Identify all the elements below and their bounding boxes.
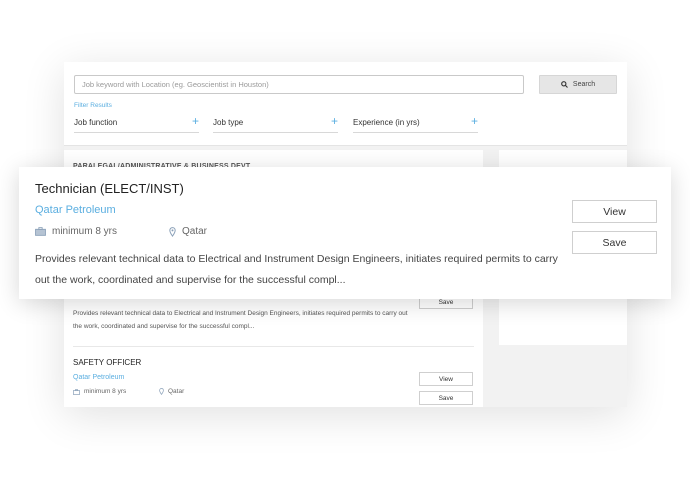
- search-button-label: Search: [572, 81, 596, 88]
- company-link[interactable]: Qatar Petroleum: [35, 204, 116, 216]
- featured-job-card: Technician (ELECT/INST) Qatar Petroleum …: [19, 167, 671, 299]
- save-button[interactable]: Save: [419, 391, 473, 405]
- job-description: Provides relevant technical data to Elec…: [35, 253, 558, 286]
- filter-label: Job type: [213, 118, 244, 127]
- location-pin-icon: [159, 388, 164, 395]
- location-meta: Qatar: [169, 226, 207, 237]
- experience-text: minimum 8 yrs: [52, 226, 118, 237]
- filter-job-type[interactable]: Job type +: [213, 115, 338, 133]
- save-button-label: Save: [438, 394, 454, 402]
- view-button[interactable]: View: [572, 200, 657, 223]
- job-title[interactable]: Technician (ELECT/INST): [35, 181, 184, 196]
- plus-icon[interactable]: +: [471, 115, 478, 127]
- experience-text: minimum 8 yrs: [84, 388, 127, 395]
- plus-icon[interactable]: +: [192, 115, 199, 127]
- save-button-label: Save: [438, 298, 454, 306]
- filter-experience[interactable]: Experience (in yrs) +: [353, 115, 478, 133]
- filter-job-function[interactable]: Job function +: [74, 115, 199, 133]
- view-button[interactable]: View: [419, 372, 473, 386]
- filter-results-heading: Filter Results: [74, 102, 112, 109]
- location-meta: Qatar: [159, 388, 184, 395]
- job-title[interactable]: SAFETY OFFICER: [73, 358, 141, 367]
- briefcase-icon: [73, 388, 80, 395]
- location-pin-icon: [169, 226, 176, 237]
- view-button-label: View: [603, 205, 626, 218]
- experience-meta: minimum 8 yrs: [35, 226, 117, 237]
- job-description: Provides relevant technical data to Elec…: [73, 310, 408, 330]
- briefcase-icon: [35, 227, 46, 236]
- search-input[interactable]: [74, 75, 524, 94]
- location-text: Qatar: [168, 388, 185, 395]
- plus-icon[interactable]: +: [331, 115, 338, 127]
- save-button[interactable]: Save: [572, 231, 657, 254]
- search-icon: [561, 81, 568, 88]
- view-button-label: View: [439, 375, 453, 383]
- filter-label: Job function: [74, 118, 118, 127]
- location-text: Qatar: [182, 226, 208, 237]
- divider: [73, 346, 474, 347]
- search-button[interactable]: Search: [539, 75, 617, 94]
- company-link[interactable]: Qatar Petroleum: [73, 374, 124, 381]
- experience-meta: minimum 8 yrs: [73, 388, 126, 395]
- save-button-label: Save: [602, 236, 627, 249]
- search-card: Search Filter Results Job function + Job…: [64, 62, 627, 146]
- filter-label: Experience (in yrs): [353, 118, 420, 127]
